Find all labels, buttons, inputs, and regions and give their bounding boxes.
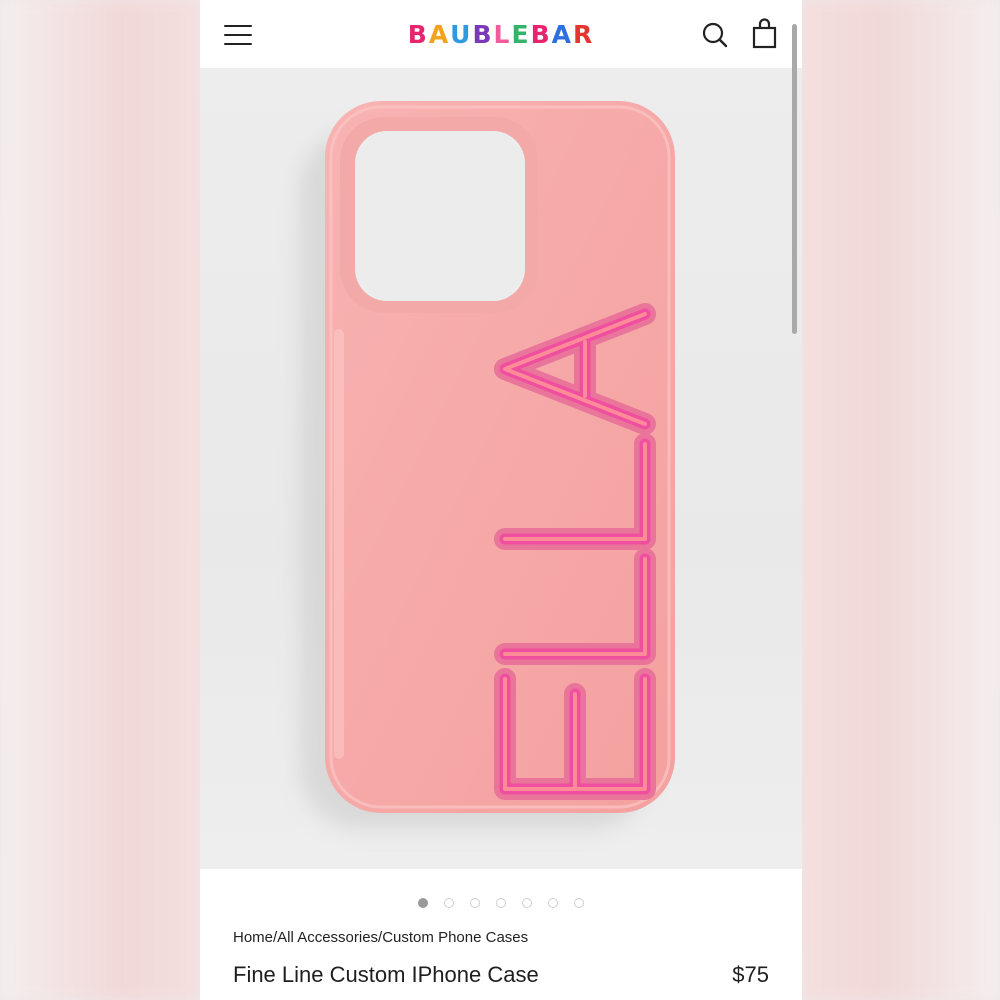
- carousel-dot-2[interactable]: [444, 898, 454, 908]
- search-icon[interactable]: [700, 18, 732, 52]
- logo-letter: B: [530, 20, 552, 49]
- carousel-dot-7[interactable]: [574, 898, 584, 908]
- carousel-dot-5[interactable]: [522, 898, 532, 908]
- logo-letter: A: [428, 20, 451, 49]
- logo-letter: B: [407, 20, 429, 49]
- carousel-dot-3[interactable]: [470, 898, 480, 908]
- background-blur-left: [0, 0, 200, 1000]
- carousel-dot-6[interactable]: [548, 898, 558, 908]
- shopping-bag-icon[interactable]: [749, 18, 781, 52]
- logo-letter: E: [511, 20, 531, 49]
- product-title: Fine Line Custom IPhone Case: [233, 962, 539, 987]
- logo-letter: A: [551, 20, 573, 49]
- breadcrumb[interactable]: Home/All Accessories/Custom Phone Cases: [233, 929, 528, 946]
- logo-letter: L: [493, 20, 512, 49]
- scrollbar[interactable]: [792, 24, 797, 334]
- site-header: BAUBLEBAR: [200, 0, 802, 69]
- logo-letter: R: [572, 20, 595, 49]
- carousel-dot-4[interactable]: [496, 898, 506, 908]
- background-blur-right: [802, 0, 1000, 1000]
- mobile-page: BAUBLEBAR Home/All Accessories/Custom Ph…: [200, 0, 802, 1000]
- product-image[interactable]: [200, 69, 802, 869]
- image-carousel-dots: [200, 895, 802, 911]
- product-price: $75: [732, 962, 769, 987]
- logo-letter: B: [472, 20, 494, 49]
- logo-letter: U: [450, 20, 473, 49]
- carousel-dot-1[interactable]: [418, 898, 428, 908]
